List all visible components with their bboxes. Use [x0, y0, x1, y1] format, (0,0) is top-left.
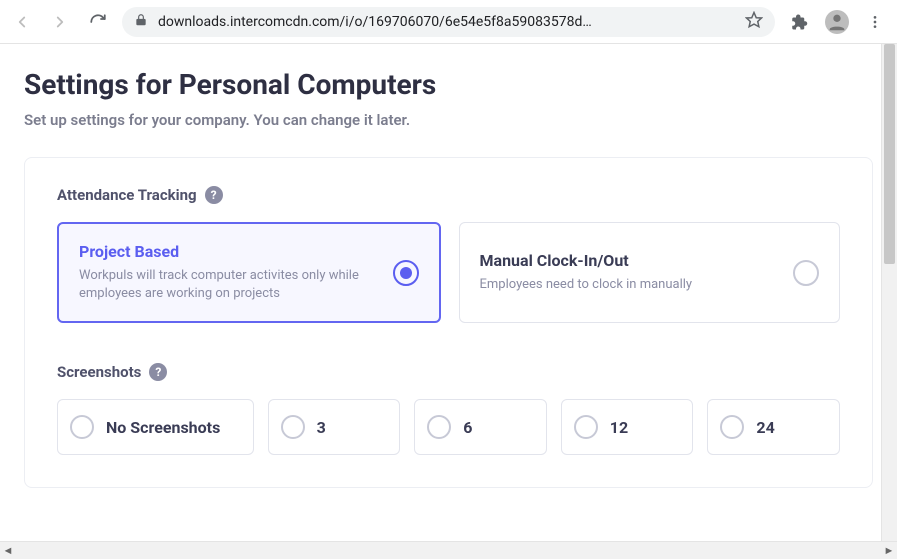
- option-label: 6: [463, 418, 472, 437]
- option-manual-clock[interactable]: Manual Clock-In/Out Employees need to cl…: [459, 222, 841, 323]
- screenshot-option-none[interactable]: No Screenshots: [57, 399, 254, 455]
- screenshot-option-12[interactable]: 12: [561, 399, 694, 455]
- star-icon[interactable]: [745, 11, 763, 33]
- menu-icon[interactable]: [861, 8, 889, 36]
- screenshot-option-3[interactable]: 3: [268, 399, 401, 455]
- back-button[interactable]: [8, 8, 36, 36]
- address-bar[interactable]: downloads.intercomcdn.com/i/o/169706070/…: [122, 7, 775, 37]
- radio-icon: [720, 415, 744, 439]
- extensions-icon[interactable]: [785, 8, 813, 36]
- help-icon[interactable]: ?: [149, 363, 167, 381]
- page-viewport: Settings for Personal Computers Set up s…: [0, 44, 897, 541]
- radio-icon: [393, 260, 419, 286]
- option-label: 24: [756, 418, 774, 437]
- screenshot-option-6[interactable]: 6: [414, 399, 547, 455]
- scroll-right-arrow[interactable]: ►: [881, 544, 897, 557]
- attendance-label-text: Attendance Tracking: [57, 186, 197, 204]
- reload-button[interactable]: [84, 8, 112, 36]
- radio-icon: [70, 415, 94, 439]
- option-label: No Screenshots: [106, 418, 220, 437]
- attendance-label: Attendance Tracking ?: [57, 186, 840, 204]
- page-title: Settings for Personal Computers: [24, 68, 873, 101]
- screenshots-label-text: Screenshots: [57, 363, 141, 381]
- radio-icon: [427, 415, 451, 439]
- url-text: downloads.intercomcdn.com/i/o/169706070/…: [158, 14, 735, 30]
- lock-icon: [134, 13, 148, 31]
- help-icon[interactable]: ?: [205, 186, 223, 204]
- option-label: 3: [317, 418, 326, 437]
- scroll-left-arrow[interactable]: ◄: [0, 544, 16, 557]
- radio-icon: [574, 415, 598, 439]
- horizontal-scrollbar[interactable]: ◄ ►: [0, 541, 897, 559]
- browser-toolbar: downloads.intercomcdn.com/i/o/169706070/…: [0, 0, 897, 44]
- scrollbar-thumb[interactable]: [884, 44, 895, 264]
- profile-avatar[interactable]: [823, 8, 851, 36]
- option-desc: Workpuls will track computer activites o…: [79, 267, 377, 303]
- radio-icon: [281, 415, 305, 439]
- option-title: Project Based: [79, 242, 377, 261]
- screenshot-option-24[interactable]: 24: [707, 399, 840, 455]
- option-project-based[interactable]: Project Based Workpuls will track comput…: [57, 222, 441, 323]
- screenshots-options: No Screenshots 3 6 12 24: [57, 399, 840, 455]
- option-desc: Employees need to clock in manually: [480, 276, 778, 294]
- radio-icon: [793, 260, 819, 286]
- vertical-scrollbar[interactable]: [881, 44, 897, 541]
- forward-button[interactable]: [46, 8, 74, 36]
- settings-card: Attendance Tracking ? Project Based Work…: [24, 157, 873, 488]
- option-label: 12: [610, 418, 628, 437]
- screenshots-label: Screenshots ?: [57, 363, 840, 381]
- page-subtitle: Set up settings for your company. You ca…: [24, 111, 873, 129]
- option-title: Manual Clock-In/Out: [480, 251, 778, 270]
- attendance-options: Project Based Workpuls will track comput…: [57, 222, 840, 323]
